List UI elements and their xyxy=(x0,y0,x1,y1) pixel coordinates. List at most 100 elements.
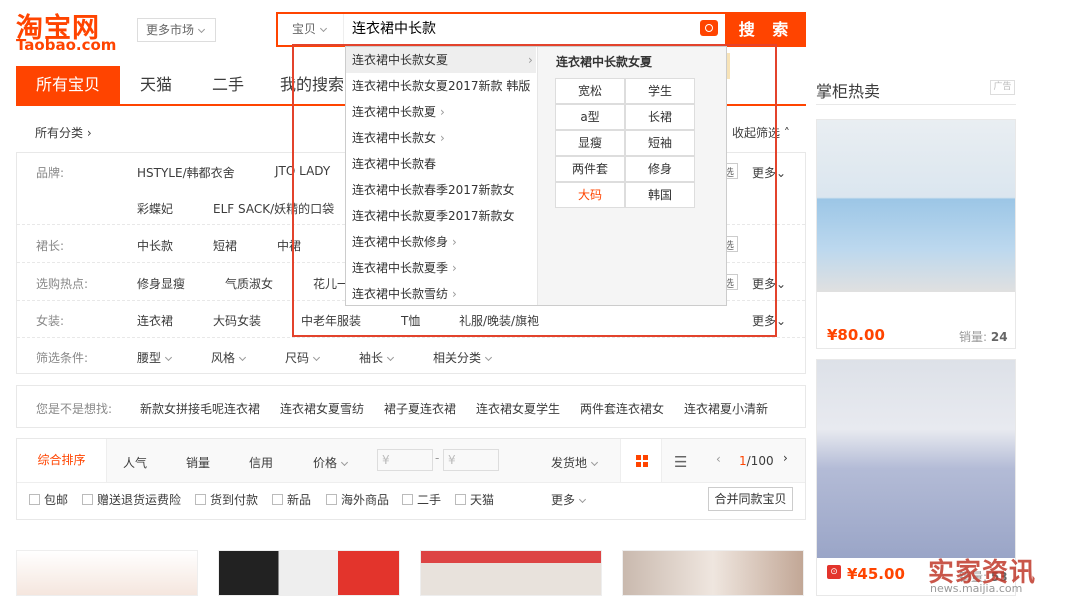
checkbox-label: 二手 xyxy=(417,493,442,507)
length-option[interactable]: 短裙 xyxy=(213,237,237,254)
sort-popularity[interactable]: 人气 xyxy=(123,454,147,471)
tab-second-hand[interactable]: 二手 xyxy=(196,66,260,104)
tab-tmall[interactable]: 天猫 xyxy=(122,66,190,104)
filter-row-condition: 筛选条件: 腰型 风格 尺码 袖长 相关分类 xyxy=(17,338,805,375)
tab-all-items[interactable]: 所有宝贝 xyxy=(16,66,120,104)
hot-option[interactable]: 气质淑女 xyxy=(225,275,273,292)
checkbox-new[interactable]: 新品 xyxy=(272,491,311,508)
checkbox-overseas[interactable]: 海外商品 xyxy=(326,491,389,508)
condition-label: 尺码 xyxy=(285,351,310,365)
sort-default[interactable]: 综合排序 xyxy=(17,439,107,482)
product-sales: 销量: 24 xyxy=(959,328,1008,345)
brand-option[interactable]: HSTYLE/韩都衣舍 xyxy=(137,164,235,181)
price-dash: - xyxy=(435,451,440,465)
condition-dropdown[interactable]: 腰型 xyxy=(137,349,173,366)
ship-from-label: 发货地 xyxy=(551,456,588,470)
next-page-icon[interactable]: › xyxy=(783,451,788,465)
taobao-logo-en[interactable]: Taobao.com xyxy=(16,36,116,54)
chevron-down-icon xyxy=(590,458,599,467)
chevron-down-icon xyxy=(484,353,493,362)
price-min-input[interactable]: ¥ xyxy=(377,449,433,471)
checkbox-cod[interactable]: 货到付款 xyxy=(195,491,258,508)
checkbox-icon xyxy=(402,494,413,505)
length-option[interactable]: 中长款 xyxy=(137,237,173,254)
sales-label: 销量: xyxy=(959,330,988,344)
watermark-url: news.maijia.com xyxy=(930,582,1023,595)
coupon-icon: ⊙ xyxy=(827,565,841,579)
search-type-label: 宝贝 xyxy=(292,22,317,36)
product-image[interactable] xyxy=(622,550,804,596)
divider xyxy=(816,104,1016,105)
brand-option[interactable]: 彩蝶妃 xyxy=(137,200,173,217)
related-search-link[interactable]: 连衣裙夏小清新 xyxy=(684,400,768,417)
grid-icon xyxy=(636,455,648,467)
chevron-down-icon xyxy=(578,495,587,504)
sort-options: 综合排序 人气 销量 信用 价格 ¥ - ¥ 发货地 ☰ ‹ 1/100 › xyxy=(17,439,805,483)
more-options-label: 更多 xyxy=(551,493,576,507)
list-view-icon[interactable]: ☰ xyxy=(674,453,687,471)
grid-view-button[interactable] xyxy=(620,439,662,482)
condition-dropdown[interactable]: 尺码 xyxy=(285,349,321,366)
product-image[interactable] xyxy=(420,550,602,596)
checkbox-label: 赠送退货运费险 xyxy=(97,493,182,507)
checkbox-second-hand[interactable]: 二手 xyxy=(402,491,441,508)
sort-price-label: 价格 xyxy=(313,456,338,470)
all-categories-link[interactable]: 所有分类 › xyxy=(35,124,92,141)
search-box: 宝贝 连衣裙中长款 xyxy=(276,12,727,47)
chevron-down-icon xyxy=(319,24,328,33)
product-image[interactable] xyxy=(817,120,1015,292)
checkbox-label: 包邮 xyxy=(44,493,69,507)
page-indicator: 1/100 xyxy=(739,454,774,468)
more-options-button[interactable]: 更多 xyxy=(551,491,587,508)
filter-label-brand: 品牌: xyxy=(36,166,65,180)
filter-label-women: 女装: xyxy=(36,314,65,328)
related-search-link[interactable]: 新款女拼接毛呢连衣裙 xyxy=(140,400,260,417)
search-type-select[interactable]: 宝贝 xyxy=(278,14,344,45)
highlight-frame xyxy=(292,44,777,337)
product-image[interactable] xyxy=(218,550,400,596)
product-image[interactable] xyxy=(16,550,198,596)
related-search-link[interactable]: 连衣裙女夏雪纺 xyxy=(280,400,364,417)
checkbox-return-insurance[interactable]: 赠送退货运费险 xyxy=(82,491,181,508)
condition-label: 腰型 xyxy=(137,351,162,365)
condition-label: 风格 xyxy=(211,351,236,365)
sort-sales[interactable]: 销量 xyxy=(186,454,210,471)
checkbox-label: 天猫 xyxy=(470,493,495,507)
all-categories-label: 所有分类 xyxy=(35,126,84,140)
camera-icon[interactable] xyxy=(700,20,718,36)
checkbox-icon xyxy=(326,494,337,505)
sort-price[interactable]: 价格 xyxy=(313,454,349,471)
product-price: ¥45.00 xyxy=(847,565,905,583)
checkbox-tmall[interactable]: 天猫 xyxy=(455,491,494,508)
search-button[interactable]: 搜 索 xyxy=(727,12,806,47)
hot-sale-title: 掌柜热卖 xyxy=(816,82,881,101)
condition-label: 相关分类 xyxy=(433,351,482,365)
chevron-down-icon xyxy=(340,458,349,467)
chevron-down-icon xyxy=(164,353,173,362)
checkbox-icon xyxy=(195,494,206,505)
women-option[interactable]: 连衣裙 xyxy=(137,312,173,329)
merge-same-items-button[interactable]: 合并同款宝贝 xyxy=(708,487,793,511)
condition-dropdown[interactable]: 袖长 xyxy=(359,349,395,366)
related-search-link[interactable]: 两件套连衣裙女 xyxy=(580,400,664,417)
hot-option[interactable]: 修身显瘦 xyxy=(137,275,185,292)
related-search-link[interactable]: 连衣裙女夏学生 xyxy=(476,400,560,417)
related-searches: 您是不是想找: 新款女拼接毛呢连衣裙 连衣裙女夏雪纺 裙子夏连衣裙 连衣裙女夏学… xyxy=(16,385,806,428)
checkbox-label: 新品 xyxy=(287,493,312,507)
related-search-link[interactable]: 裙子夏连衣裙 xyxy=(384,400,456,417)
price-max-input[interactable]: ¥ xyxy=(443,449,499,471)
hot-product-card[interactable]: ¥80.00 销量: 24 xyxy=(816,119,1016,349)
condition-dropdown[interactable]: 相关分类 xyxy=(433,349,493,366)
prev-page-icon[interactable]: ‹ xyxy=(716,452,721,466)
sort-credit[interactable]: 信用 xyxy=(249,454,273,471)
more-market-label: 更多市场 xyxy=(146,23,195,37)
checkbox-icon xyxy=(455,494,466,505)
women-option[interactable]: 大码女装 xyxy=(213,312,261,329)
product-image[interactable] xyxy=(817,360,1015,558)
search-input[interactable]: 连衣裙中长款 xyxy=(346,14,686,45)
ship-from-dropdown[interactable]: 发货地 xyxy=(551,454,599,471)
checkbox-free-shipping[interactable]: 包邮 xyxy=(29,491,68,508)
condition-dropdown[interactable]: 风格 xyxy=(211,349,247,366)
more-market-dropdown[interactable]: 更多市场 xyxy=(137,18,216,42)
chevron-down-icon xyxy=(238,353,247,362)
